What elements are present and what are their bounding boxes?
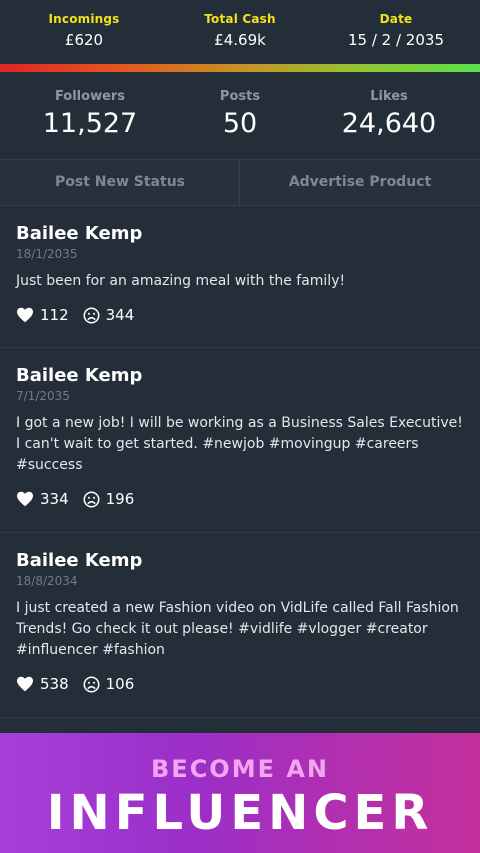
total-cash-value: £4.69k	[214, 31, 266, 49]
top-status-bar: Incomings £620 Total Cash £4.69k Date 15…	[0, 0, 480, 64]
progress-gradient-bar	[0, 64, 480, 72]
date-stat: Date 15 / 2 / 2035	[316, 12, 476, 49]
heart-icon[interactable]	[16, 676, 34, 692]
sad-face-icon[interactable]	[83, 307, 100, 324]
post-reactions: 334 196	[16, 489, 464, 509]
posts-value: 50	[222, 108, 258, 139]
date-label: Date	[379, 12, 413, 26]
likes-value: 24,640	[341, 108, 437, 139]
post-text: I just created a new Fashion video on Vi…	[16, 600, 459, 658]
incomings-label: Incomings	[48, 12, 120, 26]
followers-label: Followers	[54, 89, 126, 104]
posts-stat: Posts 50	[160, 89, 320, 139]
dislike-count: 196	[105, 490, 135, 508]
date-value: 15 / 2 / 2035	[348, 31, 444, 49]
sad-face-icon[interactable]	[83, 676, 100, 693]
banner-title: INFLUENCER	[46, 785, 434, 841]
incomings-stat: Incomings £620	[4, 12, 164, 49]
total-cash-label: Total Cash	[204, 12, 276, 26]
feed-post: Bailee Kemp 18/8/2034 I just created a n…	[0, 533, 480, 718]
like-count: 334	[40, 490, 69, 508]
post-new-status-button[interactable]: Post New Status	[0, 160, 240, 206]
total-cash-stat: Total Cash £4.69k	[160, 12, 320, 49]
like-count: 112	[40, 306, 69, 324]
likes-stat: Likes 24,640	[309, 89, 469, 139]
action-bar: Post New Status Advertise Product	[0, 160, 480, 206]
posts-label: Posts	[219, 89, 261, 104]
promo-banner: BECOME AN INFLUENCER	[0, 733, 480, 853]
post-text: Just been for an amazing meal with the f…	[16, 273, 346, 289]
post-reactions: 538 106	[16, 674, 464, 694]
feed-post: Bailee Kemp 7/1/2035 I got a new job! I …	[0, 348, 480, 533]
followers-value: 11,527	[42, 108, 138, 139]
post-author: Bailee Kemp	[16, 550, 143, 571]
dislike-count: 106	[105, 675, 135, 693]
banner-subtitle: BECOME AN	[151, 755, 329, 783]
profile-stats: Followers 11,527 Posts 50 Likes 24,640	[0, 72, 480, 160]
heart-icon[interactable]	[16, 307, 34, 323]
post-date: 18/1/2035	[16, 247, 78, 261]
post-text: I got a new job! I will be working as a …	[16, 415, 463, 473]
heart-icon[interactable]	[16, 491, 34, 507]
post-author: Bailee Kemp	[16, 365, 143, 386]
post-date: 18/8/2034	[16, 574, 78, 588]
post-author: Bailee Kemp	[16, 223, 143, 244]
dislike-count: 344	[105, 306, 135, 324]
likes-label: Likes	[370, 89, 408, 104]
feed-post: Bailee Kemp 18/1/2035 Just been for an a…	[0, 206, 480, 348]
followers-stat: Followers 11,527	[10, 89, 170, 139]
sad-face-icon[interactable]	[83, 491, 100, 508]
post-reactions: 112 344	[16, 305, 464, 325]
like-count: 538	[40, 675, 69, 693]
advertise-product-button[interactable]: Advertise Product	[240, 160, 480, 206]
post-date: 7/1/2035	[16, 389, 70, 403]
incomings-value: £620	[64, 31, 104, 49]
